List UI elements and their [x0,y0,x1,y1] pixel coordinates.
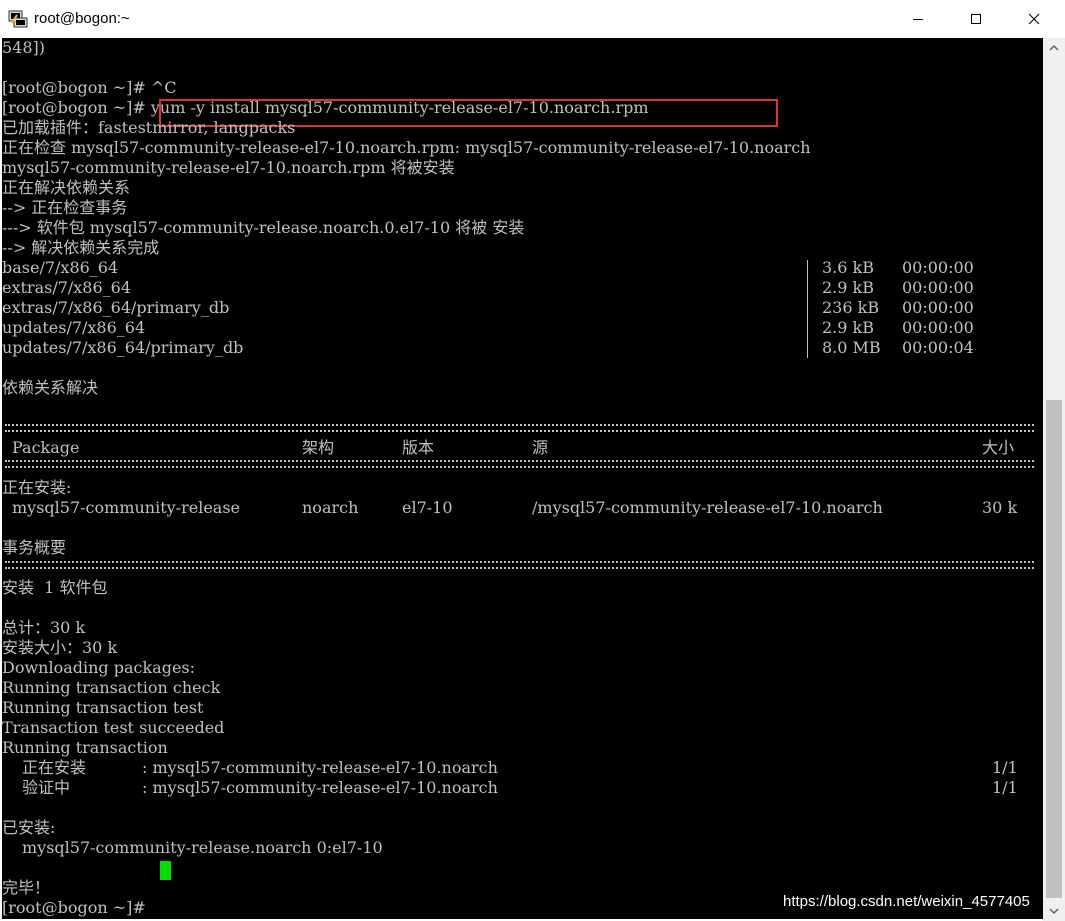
terminal-line: 正在安装: [2,478,72,497]
vertical-scrollbar[interactable] [1043,38,1065,921]
package-version: el7-10 [402,498,453,517]
repo-time: 00:00:00 [902,298,974,317]
step-value: : mysql57-community-release-el7-10.noarc… [142,778,498,797]
terminal-line: Transaction test succeeded [2,718,225,737]
minimize-button[interactable] [889,0,947,38]
maximize-button[interactable] [947,0,1005,38]
scrollbar-thumb[interactable] [1046,400,1062,898]
package-name: mysql57-community-release [12,498,241,517]
table-header-size: 大小 [982,438,1015,457]
scroll-down-button[interactable] [1043,901,1065,921]
terminal-line: Running transaction [2,738,168,757]
repo-name: updates/7/x86_64/primary_db [2,338,244,357]
watermark-text: https://blog.csdn.net/weixin_4577405 [783,893,1030,910]
terminal-line: 总计：30 k [2,618,86,637]
repo-size: 2.9 kB [822,318,874,337]
terminal-line: 已加载插件：fastestmirror, langpacks [2,118,296,137]
title-bar[interactable]: root@bogon:~ [0,0,1065,38]
terminal-line: mysql57-community-release-el7-10.noarch.… [2,158,455,177]
terminal-line: --> 正在检查事务 [2,198,128,217]
terminal-line: 完毕！ [2,878,51,897]
terminal-line: 依赖关系解决 [2,378,99,397]
step-progress: 1/1 [992,778,1018,797]
window-title: root@bogon:~ [34,10,130,27]
scroll-up-button[interactable] [1043,38,1065,58]
terminal-line: 548]) [2,38,46,57]
progress-column-divider [807,260,808,358]
package-arch: noarch [302,498,359,517]
terminal-line: 正在检查 mysql57-community-release-el7-10.no… [2,138,811,157]
step-label: 验证中 [22,778,71,797]
close-button[interactable] [1005,0,1063,38]
repo-name: extras/7/x86_64/primary_db [2,298,230,317]
repo-name: extras/7/x86_64 [2,278,132,297]
chevron-down-icon [1049,908,1059,915]
repo-name: base/7/x86_64 [2,258,119,277]
terminal-line: 事务概要 [2,538,67,557]
terminal-line: Downloading packages: [2,658,196,677]
terminal-cursor [160,861,171,880]
table-header-arch: 架构 [302,438,335,457]
minimize-icon [913,19,923,20]
terminal-line: ---> 软件包 mysql57-community-release.noarc… [2,218,525,237]
table-separator [5,424,1034,432]
terminal-line: Running transaction check [2,678,221,697]
table-separator [5,561,1034,569]
repo-name: updates/7/x86_64 [2,318,146,337]
terminal-line: [root@bogon ~]# ^C [2,78,177,97]
repo-size: 2.9 kB [822,278,874,297]
repo-size: 236 kB [822,298,880,317]
table-header-repo: 源 [532,438,549,457]
shell-prompt: [root@bogon ~]# [2,898,151,917]
table-header-package: Package [12,438,80,457]
repo-time: 00:00:00 [902,258,974,277]
close-icon [1028,13,1040,25]
repo-time: 00:00:00 [902,278,974,297]
terminal-line: mysql57-community-release.noarch 0:el7-1… [22,838,383,857]
terminal-output[interactable]: 548]) [root@bogon ~]# ^C [root@bogon ~]#… [2,38,1043,919]
table-header-version: 版本 [402,438,435,457]
package-repo: /mysql57-community-release-el7-10.noarch [532,498,883,517]
terminal-line: Running transaction test [2,698,204,717]
terminal-line: 安装 1 软件包 [2,578,108,597]
step-progress: 1/1 [992,758,1018,777]
terminal-line: 正在解决依赖关系 [2,178,131,197]
table-separator [5,460,1034,468]
chevron-up-icon [1049,44,1059,51]
package-size: 30 k [982,498,1018,517]
putty-terminal-icon[interactable] [8,9,28,29]
maximize-icon [971,14,981,24]
repo-size: 3.6 kB [822,258,874,277]
repo-time: 00:00:00 [902,318,974,337]
step-value: : mysql57-community-release-el7-10.noarc… [142,758,498,777]
terminal-line: 安装大小：30 k [2,638,118,657]
terminal-line: --> 解决依赖关系完成 [2,238,160,257]
repo-time: 00:00:04 [902,338,974,357]
step-label: 正在安装 [22,758,87,777]
shell-prompt: [root@bogon ~]# [2,98,151,117]
repo-size: 8.0 MB [822,338,881,357]
terminal-line: 已安装: [2,818,56,837]
